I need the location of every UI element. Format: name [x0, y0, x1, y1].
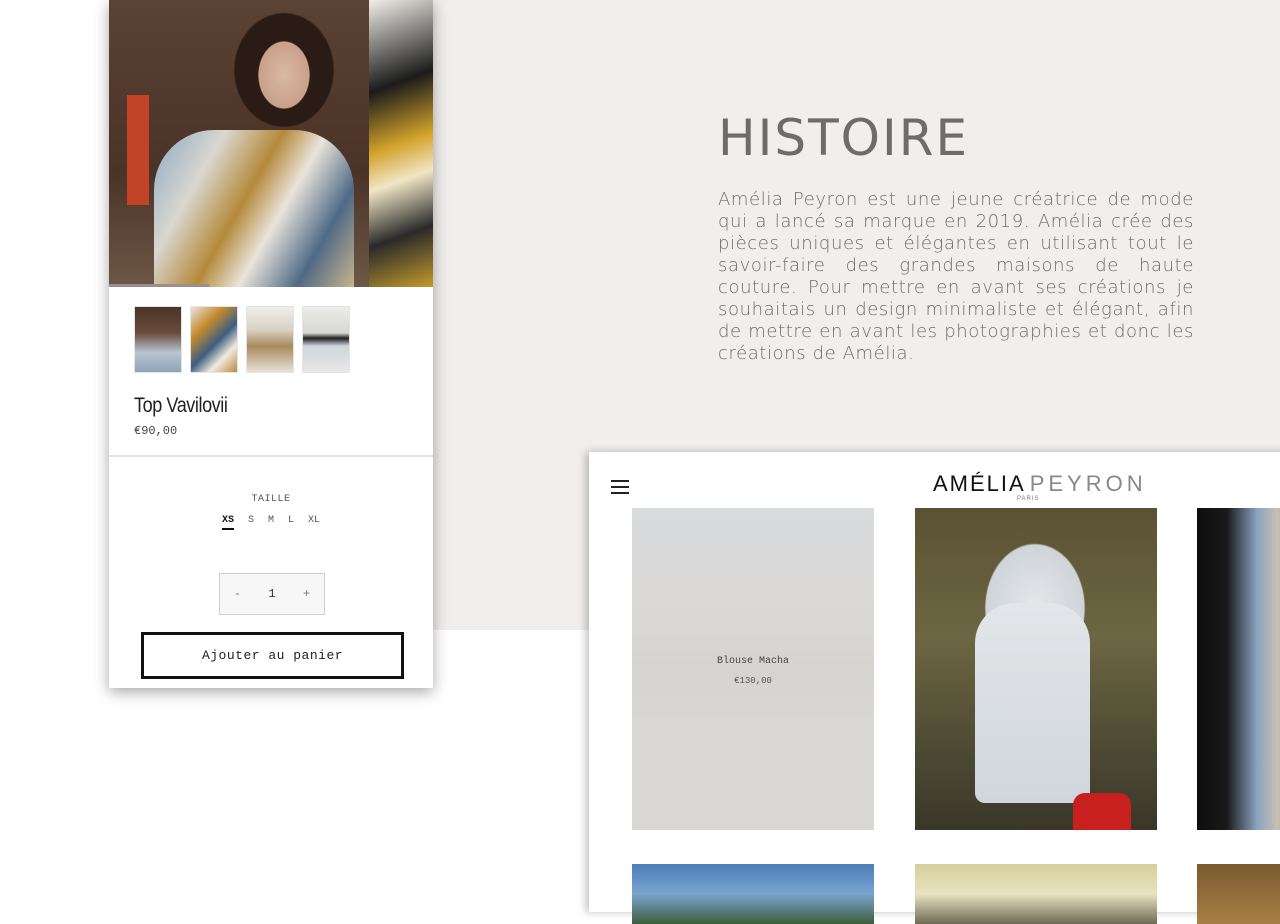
quantity-value[interactable]: 1 [268, 587, 275, 601]
product-main-photo[interactable] [109, 0, 433, 287]
hamburger-icon[interactable] [611, 480, 629, 494]
size-selector: XS S M L XL [109, 515, 433, 530]
logo-sub: PARIS [1017, 496, 1040, 502]
thumbnail-1[interactable] [134, 306, 182, 373]
product-tile-price: €130,00 [734, 676, 772, 686]
size-option-xl[interactable]: XL [308, 515, 320, 530]
thumbnail-3[interactable] [246, 306, 294, 373]
add-to-cart-button[interactable]: Ajouter au panier [141, 632, 404, 679]
product-tile-name: Blouse Macha [716, 656, 789, 667]
product-photo-next [369, 0, 433, 287]
photo-detail [1073, 793, 1131, 830]
size-option-s[interactable]: S [248, 515, 254, 530]
logo-secondary: PEYRON [1029, 471, 1147, 496]
quantity-increase-button[interactable]: + [303, 587, 310, 601]
product-tile[interactable] [1197, 864, 1280, 924]
product-name: Top Vavilovii [134, 394, 228, 417]
quantity-decrease-button[interactable]: - [234, 587, 241, 601]
history-title: HISTOIRE [718, 109, 970, 167]
product-card: Top Vavilovii €90,00 TAILLE XS S M L XL … [109, 0, 433, 688]
history-text: Amélia Peyron est une jeune créatrice de… [718, 189, 1194, 364]
product-price: €90,00 [134, 424, 178, 438]
thumbnail-list [134, 306, 350, 373]
product-tile[interactable] [915, 864, 1157, 924]
product-tile[interactable]: Blouse Macha €130,00 [632, 508, 874, 830]
brand-logo[interactable]: AMÉLIA PEYRON [933, 471, 1147, 497]
thumbnail-4[interactable] [302, 306, 350, 373]
product-tile[interactable] [632, 864, 874, 924]
photo-detail [154, 130, 354, 287]
size-option-xs[interactable]: XS [221, 515, 234, 530]
product-tile[interactable] [915, 508, 1157, 830]
size-label: TAILLE [251, 494, 291, 505]
product-tile[interactable] [1197, 508, 1280, 830]
thumbnail-2[interactable] [190, 306, 238, 373]
quantity-stepper: - 1 + [219, 573, 325, 615]
photo-detail [127, 95, 149, 205]
size-option-m[interactable]: M [268, 515, 274, 530]
divider [109, 455, 433, 457]
tile-hover-overlay [632, 508, 874, 830]
shop-page: AMÉLIA PEYRON PARIS Blouse Macha €130,00 [589, 452, 1280, 924]
product-photo-model [109, 0, 369, 287]
photo-progress-bar [109, 284, 209, 287]
size-option-l[interactable]: L [288, 515, 294, 530]
photo-detail [975, 603, 1090, 803]
logo-main: AMÉLIA [933, 471, 1026, 496]
